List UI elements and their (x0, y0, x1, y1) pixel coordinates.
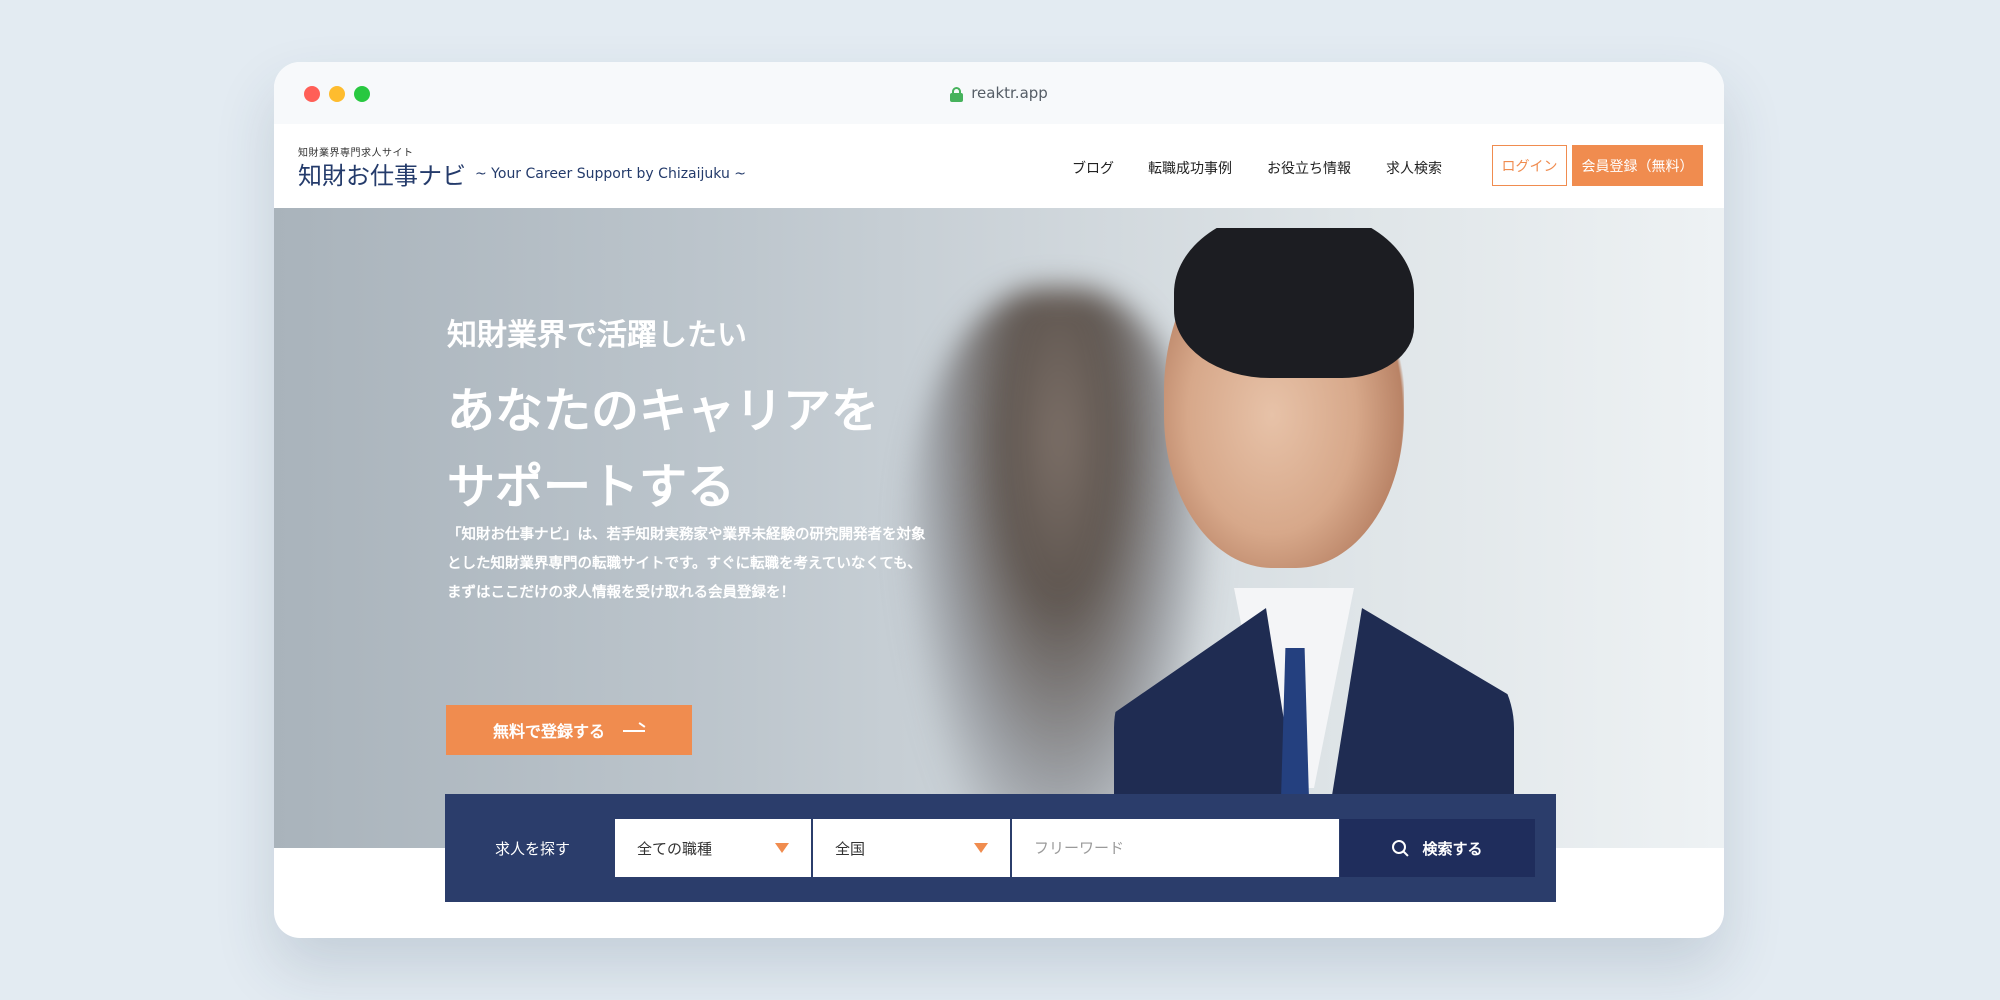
hero-lead-text: 知財業界で活躍したい (447, 318, 747, 353)
chevron-down-icon (974, 843, 988, 853)
job-search-label: 求人を探す (495, 839, 571, 858)
nav-item-success-stories[interactable]: 転職成功事例 (1148, 158, 1232, 178)
region-select[interactable]: 全国 (813, 819, 1010, 877)
search-button[interactable]: 検索する (1340, 819, 1535, 877)
site-logo[interactable]: 知財お仕事ナビ (298, 156, 466, 191)
nav-item-blog[interactable]: ブログ (1072, 158, 1114, 178)
hero-title-line-1: あなたのキャリアを (447, 383, 880, 439)
register-button[interactable]: 会員登録（無料） (1572, 145, 1703, 186)
hero-title: あなたのキャリアを サポートする (447, 373, 879, 525)
search-button-label: 検索する (1422, 839, 1483, 858)
region-value: 全国 (835, 839, 866, 858)
keyword-input[interactable] (1012, 819, 1339, 877)
hero-photo-foreground-person (1094, 228, 1514, 848)
login-button[interactable]: ログイン (1492, 145, 1567, 186)
free-register-label: 無料で登録する (492, 722, 605, 741)
browser-window: reaktr.app 知財業界専門求人サイト 知財お仕事ナビ ~ Your Ca… (274, 62, 1724, 938)
browser-titlebar: reaktr.app (274, 62, 1724, 124)
hero-section: 知財業界で活躍したい あなたのキャリアを サポートする 「知財お仕事ナビ」は、若… (274, 208, 1724, 848)
hero-description-line-3: まずはここだけの求人情報を受け取れる会員登録を！ (447, 585, 795, 601)
nav-item-useful-info[interactable]: お役立ち情報 (1267, 158, 1351, 178)
nav-item-job-search[interactable]: 求人検索 (1386, 158, 1442, 178)
address-bar[interactable]: reaktr.app (274, 62, 1724, 124)
free-register-button[interactable]: 無料で登録する (446, 705, 692, 755)
site-header: 知財業界専門求人サイト 知財お仕事ナビ ~ Your Career Suppor… (274, 124, 1724, 208)
hero-description-line-1: 「知財お仕事ナビ」は、若手知財実務家や業界未経験の研究開発者を対象 (447, 527, 926, 543)
search-icon (1392, 840, 1408, 856)
hero-description: 「知財お仕事ナビ」は、若手知財実務家や業界未経験の研究開発者を対象 とした知財業… (447, 521, 967, 608)
job-type-select[interactable]: 全ての職種 (615, 819, 811, 877)
chevron-down-icon (775, 843, 789, 853)
hero-description-line-2: とした知財業界専門の転職サイトです。すぐに転職を考えていなくても、 (447, 556, 922, 572)
job-type-value: 全ての職種 (637, 839, 713, 858)
url-text: reaktr.app (971, 84, 1048, 102)
hero-title-line-2: サポートする (447, 459, 736, 515)
lock-icon (950, 86, 964, 102)
job-search-bar: 求人を探す 全ての職種 全国 検索する (445, 794, 1556, 902)
site-logo-subtitle: ~ Your Career Support by Chizaijuku ~ (475, 166, 747, 182)
arrow-right-icon (623, 724, 645, 736)
